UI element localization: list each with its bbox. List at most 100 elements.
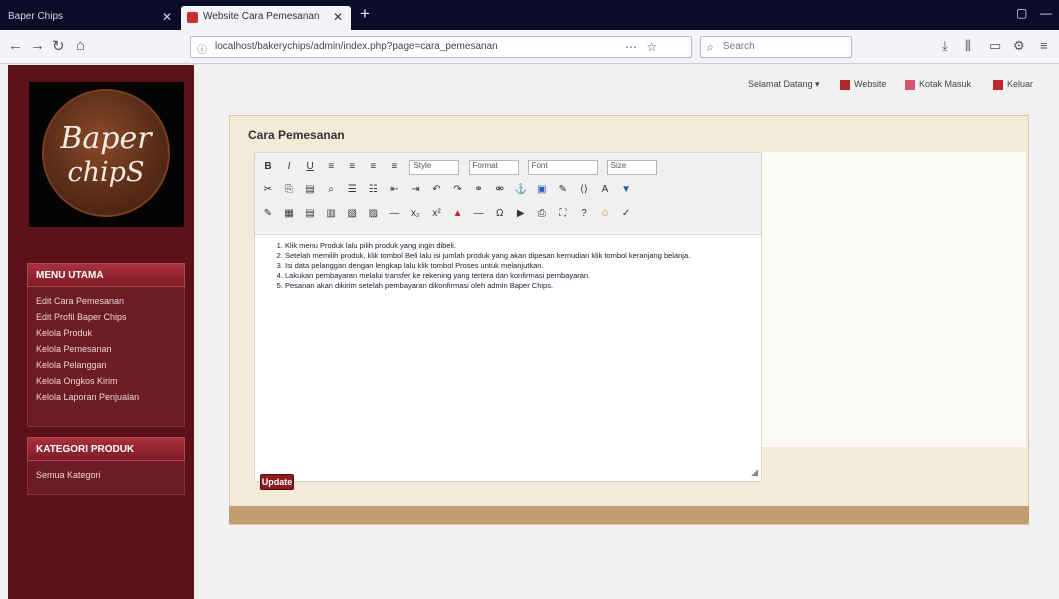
sidebar: Baper chipS MENU UTAMA Edit Cara Pemesan… (8, 65, 194, 599)
minimize-icon[interactable]: — (1040, 6, 1052, 20)
welcome-label[interactable]: Selamat Datang ▾ (748, 79, 820, 90)
subscript-icon[interactable]: x₂ (408, 208, 422, 222)
new-tab-button[interactable]: + (360, 4, 370, 24)
close-icon[interactable]: ✕ (162, 10, 172, 24)
search-input[interactable]: ⌕ Search (700, 36, 852, 58)
toolbar-row: ✂ ⎘ ▤ ⌕ ☰ ☷ ⇤ ⇥ ↶ ↷ ⚭ ⚮ ⚓ ▣ ✎ ⟨⟩ A ▼ (259, 181, 635, 203)
italic-icon[interactable]: I (282, 161, 296, 175)
update-button[interactable]: Update (260, 474, 294, 490)
table-icon[interactable]: ▦ (282, 208, 296, 222)
paste-icon[interactable]: ▤ (303, 184, 317, 198)
page-actions-icon[interactable]: ⋯ ☆ (625, 40, 660, 54)
library-icon[interactable]: ⫼ (965, 38, 971, 54)
inbox-link[interactable]: Kotak Masuk (905, 79, 971, 90)
size-select[interactable]: Size (606, 160, 657, 175)
menu-item-cara-pemesanan[interactable]: Edit Cara Pemesanan (28, 293, 184, 309)
toolbar-row: ✎ ▦ ▤ ▥ ▧ ▨ ― x₂ x² ▲ — Ω ▶ ⎙ ⛶ ? ☺ ✓ (259, 205, 635, 227)
print-icon[interactable]: ⎙ (535, 208, 549, 222)
format-select[interactable]: Format (468, 160, 519, 175)
background-color-icon[interactable]: ▼ (619, 184, 633, 198)
redo-icon[interactable]: ↷ (451, 184, 465, 198)
home-icon[interactable]: ⌂ (76, 37, 85, 54)
main-menu: Edit Cara Pemesanan Edit Profil Baper Ch… (27, 287, 185, 427)
home-icon (840, 79, 850, 90)
editor-side-area (762, 152, 1026, 447)
anchor-icon[interactable]: ⚓ (514, 184, 528, 198)
cut-icon[interactable]: ✂ (261, 184, 275, 198)
menu-item-laporan[interactable]: Kelola Laporan Penjualan (28, 389, 184, 405)
panel-title: Cara Pemesanan (248, 128, 345, 142)
logout-link[interactable]: Keluar (993, 79, 1033, 90)
merge-icon[interactable]: ▧ (345, 208, 359, 222)
mail-icon (905, 79, 915, 90)
align-justify-icon[interactable]: ≡ (387, 161, 401, 175)
menu-item-produk[interactable]: Kelola Produk (28, 325, 184, 341)
horizontal-rule-icon[interactable]: — (472, 208, 486, 222)
text-color-icon[interactable]: A (598, 184, 612, 198)
style-select[interactable]: Style (409, 160, 460, 175)
tab-label: Website Cara Pemesanan (203, 11, 320, 22)
website-link[interactable]: Website (840, 79, 886, 90)
info-icon[interactable]: ⓘ (197, 41, 207, 56)
download-icon[interactable]: ⤓ (942, 38, 948, 54)
bold-icon[interactable]: B (261, 161, 275, 175)
font-select[interactable]: Font (527, 160, 598, 175)
help-icon[interactable]: ? (577, 208, 591, 222)
media-icon[interactable]: ▶ (514, 208, 528, 222)
category-menu: Semua Kategori (27, 461, 185, 495)
row-icon[interactable]: ▤ (303, 208, 317, 222)
panel-footer-bar (229, 506, 1029, 524)
browser-tab-active[interactable]: Website Cara Pemesanan ✕ (181, 6, 351, 30)
emoticon-icon[interactable]: ☺ (598, 208, 612, 222)
browser-tab-bar: Baper Chips ✕ Website Cara Pemesanan ✕ +… (0, 0, 1059, 30)
numbered-list-icon[interactable]: ☷ (366, 184, 380, 198)
resize-handle-icon[interactable]: ◢ (751, 467, 758, 478)
align-left-icon[interactable]: ≡ (324, 161, 338, 175)
cleanup-icon[interactable]: ✎ (556, 184, 570, 198)
content-line: Setelah memilih produk, klik tombol Beli… (285, 251, 737, 260)
browser-tab[interactable]: Baper Chips ✕ (0, 6, 180, 30)
spellcheck-icon[interactable]: ✓ (619, 208, 633, 222)
menu-item-pemesanan[interactable]: Kelola Pemesanan (28, 341, 184, 357)
browser-nav-bar: ← → ↻ ⌂ ⓘ localhost/bakerychips/admin/in… (0, 30, 1059, 64)
back-icon[interactable]: ← (8, 37, 23, 54)
edit-icon[interactable]: ✎ (261, 208, 275, 222)
sidebar-icon[interactable]: ▭ (989, 38, 1001, 54)
menu-item-semua-kategori[interactable]: Semua Kategori (28, 467, 184, 483)
forward-icon[interactable]: → (30, 37, 45, 54)
url-bar[interactable]: ⓘ localhost/bakerychips/admin/index.php?… (190, 36, 692, 58)
charmap-icon[interactable]: Ω (493, 208, 507, 222)
underline-icon[interactable]: U (303, 161, 317, 175)
extension-icon[interactable]: ⚙ (1013, 38, 1025, 54)
menu-item-ongkir[interactable]: Kelola Ongkos Kirim (28, 373, 184, 389)
outdent-icon[interactable]: ⇤ (387, 184, 401, 198)
close-icon[interactable]: ✕ (333, 10, 343, 24)
unlink-icon[interactable]: ⚮ (493, 184, 507, 198)
hr-icon[interactable]: ― (387, 208, 401, 222)
align-center-icon[interactable]: ≡ (345, 161, 359, 175)
flash-icon[interactable]: ▲ (451, 208, 465, 222)
split-icon[interactable]: ▨ (366, 208, 380, 222)
bullet-list-icon[interactable]: ☰ (345, 184, 359, 198)
rich-text-editor[interactable]: B I U ≡ ≡ ≡ ≡ Style Format Font Size ✂ ⎘… (254, 152, 762, 482)
column-icon[interactable]: ▥ (324, 208, 338, 222)
menu-item-profil[interactable]: Edit Profil Baper Chips (28, 309, 184, 325)
toolbar-row: B I U ≡ ≡ ≡ ≡ Style Format Font Size (259, 157, 660, 179)
restore-icon[interactable]: ▢ (1016, 6, 1027, 20)
indent-icon[interactable]: ⇥ (408, 184, 422, 198)
fullscreen-icon[interactable]: ⛶ (556, 208, 570, 222)
image-icon[interactable]: ▣ (535, 184, 549, 198)
reload-icon[interactable]: ↻ (52, 37, 65, 55)
editor-content[interactable]: Klik menu Produk lalu pilih produk yang … (267, 241, 737, 291)
link-icon[interactable]: ⚭ (472, 184, 486, 198)
align-right-icon[interactable]: ≡ (366, 161, 380, 175)
url-text: localhost/bakerychips/admin/index.php?pa… (215, 41, 498, 52)
undo-icon[interactable]: ↶ (430, 184, 444, 198)
copy-icon[interactable]: ⎘ (282, 184, 296, 198)
menu-item-pelanggan[interactable]: Kelola Pelanggan (28, 357, 184, 373)
find-icon[interactable]: ⌕ (324, 184, 338, 198)
menu-icon[interactable]: ≡ (1040, 38, 1048, 53)
content-line: Isi data pelanggan dengan lengkap lalu k… (285, 261, 737, 270)
code-icon[interactable]: ⟨⟩ (577, 184, 591, 198)
superscript-icon[interactable]: x² (430, 208, 444, 222)
